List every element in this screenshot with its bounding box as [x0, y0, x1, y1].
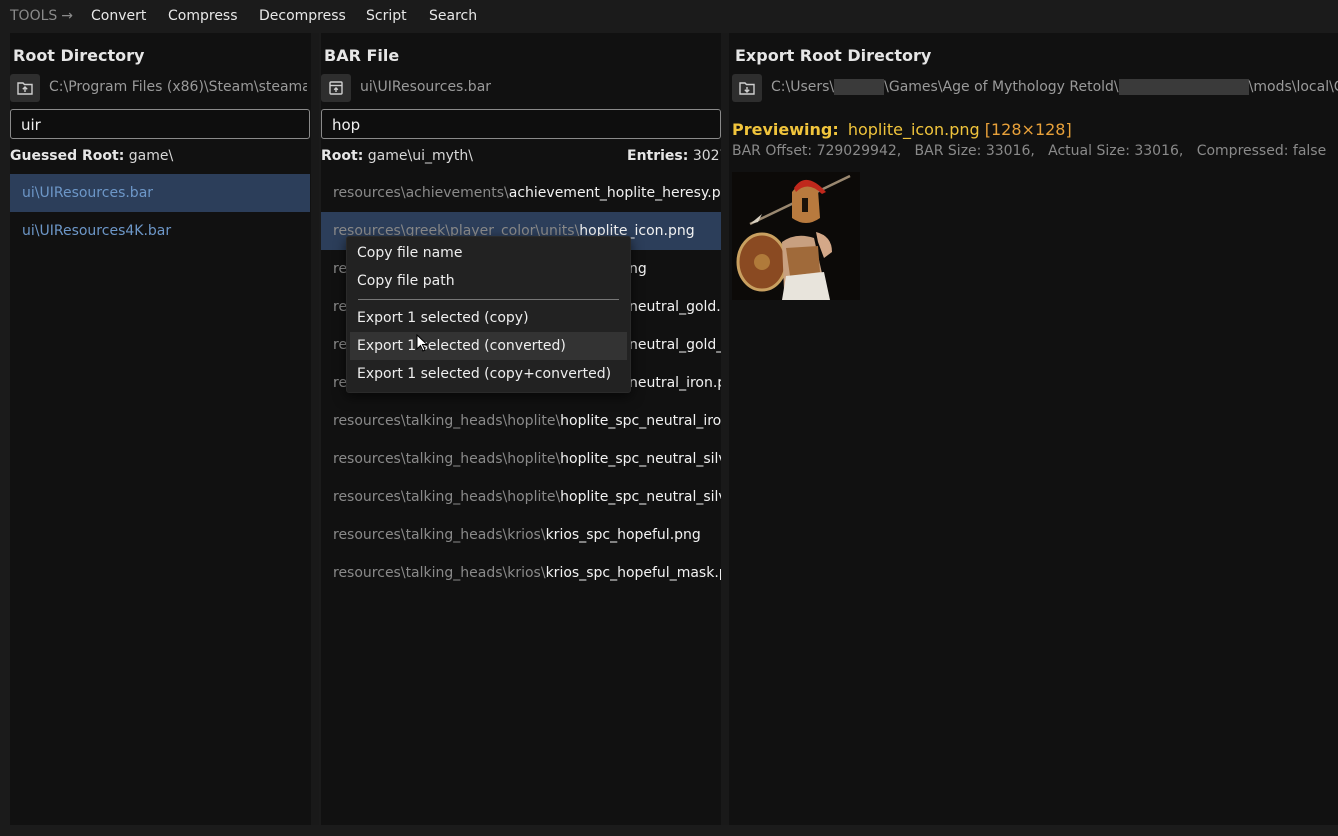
- bar-file-panel: BAR File ui\UIResources.bar hop Root: ga…: [321, 33, 728, 825]
- menu-decompress[interactable]: Decompress: [259, 8, 346, 24]
- bar-file-path: ui\UIResources.bar: [360, 79, 492, 95]
- export-root-title: Export Root Directory: [735, 46, 932, 65]
- menu-separator: [358, 299, 619, 300]
- panel-divider[interactable]: [311, 33, 319, 825]
- copy-file-name-item[interactable]: Copy file name: [350, 239, 627, 267]
- mouse-cursor-icon: [416, 334, 428, 352]
- entry-row[interactable]: resources\talking_heads\krios\krios_spc_…: [321, 516, 721, 554]
- root-directory-title: Root Directory: [13, 46, 145, 65]
- entry-row[interactable]: resources\talking_heads\krios\krios_spc_…: [321, 554, 721, 592]
- context-menu: Copy file name Copy file path Export 1 s…: [346, 236, 631, 393]
- bar-list-item[interactable]: ui\UIResources.bar: [10, 174, 310, 212]
- redacted-mask: [834, 79, 885, 95]
- archive-upload-icon: [329, 81, 343, 95]
- bar-file-title: BAR File: [324, 46, 400, 65]
- entry-row[interactable]: resources\achievements\achievement_hopli…: [321, 174, 721, 212]
- folder-download-icon: [739, 82, 755, 95]
- menu-compress[interactable]: Compress: [168, 8, 238, 24]
- bottom-bar: [0, 825, 1338, 836]
- export-root-path: C:\Users\ \Games\Age of Mythology Retold\…: [771, 79, 1338, 95]
- preview-header: Previewing: hoplite_icon.png [128×128]: [732, 120, 1072, 139]
- panel-divider[interactable]: [721, 33, 729, 825]
- copy-file-path-item[interactable]: Copy file path: [350, 267, 627, 295]
- bar-list-item[interactable]: ui\UIResources4K.bar: [10, 212, 310, 250]
- folder-upload-icon: [17, 82, 33, 95]
- export-converted-item[interactable]: Export 1 selected (converted): [350, 332, 627, 360]
- export-root-panel: Export Root Directory C:\Users\ \Games\Ag…: [729, 33, 1338, 825]
- entry-row[interactable]: resources\talking_heads\hoplite\hoplite_…: [321, 478, 721, 516]
- preview-info: BAR Offset: 729029942, BAR Size: 33016, …: [732, 143, 1327, 159]
- root-directory-panel: Root Directory C:\Program Files (x86)\St…: [10, 33, 311, 825]
- entry-row[interactable]: resources\talking_heads\hoplite\hoplite_…: [321, 440, 721, 478]
- tools-label: TOOLS →: [10, 8, 74, 24]
- export-copy-item[interactable]: Export 1 selected (copy): [350, 304, 627, 332]
- export-copy-converted-item[interactable]: Export 1 selected (copy+converted): [350, 360, 627, 388]
- menu-search[interactable]: Search: [429, 8, 477, 24]
- bar-browse-button[interactable]: [321, 74, 351, 102]
- bar-root: Root: game\ui_myth\: [321, 148, 473, 164]
- menu-script[interactable]: Script: [366, 8, 407, 24]
- guessed-root: Guessed Root: game\: [10, 148, 174, 164]
- bar-filter-input[interactable]: hop: [321, 109, 721, 139]
- root-filter-input[interactable]: uir: [10, 109, 310, 139]
- menu-convert[interactable]: Convert: [91, 8, 146, 24]
- hoplite-portrait: [732, 172, 860, 300]
- export-browse-button[interactable]: [732, 74, 762, 102]
- root-directory-path: C:\Program Files (x86)\Steam\steamapps: [49, 79, 307, 95]
- menu-bar: TOOLS → Convert Compress Decompress Scrip…: [0, 0, 1338, 33]
- preview-image: [732, 172, 860, 300]
- entry-row[interactable]: resources\talking_heads\hoplite\hoplite_…: [321, 402, 721, 440]
- redacted-mask: [1118, 79, 1249, 95]
- entries-count: Entries: 3027: [627, 148, 729, 164]
- root-browse-button[interactable]: [10, 74, 40, 102]
